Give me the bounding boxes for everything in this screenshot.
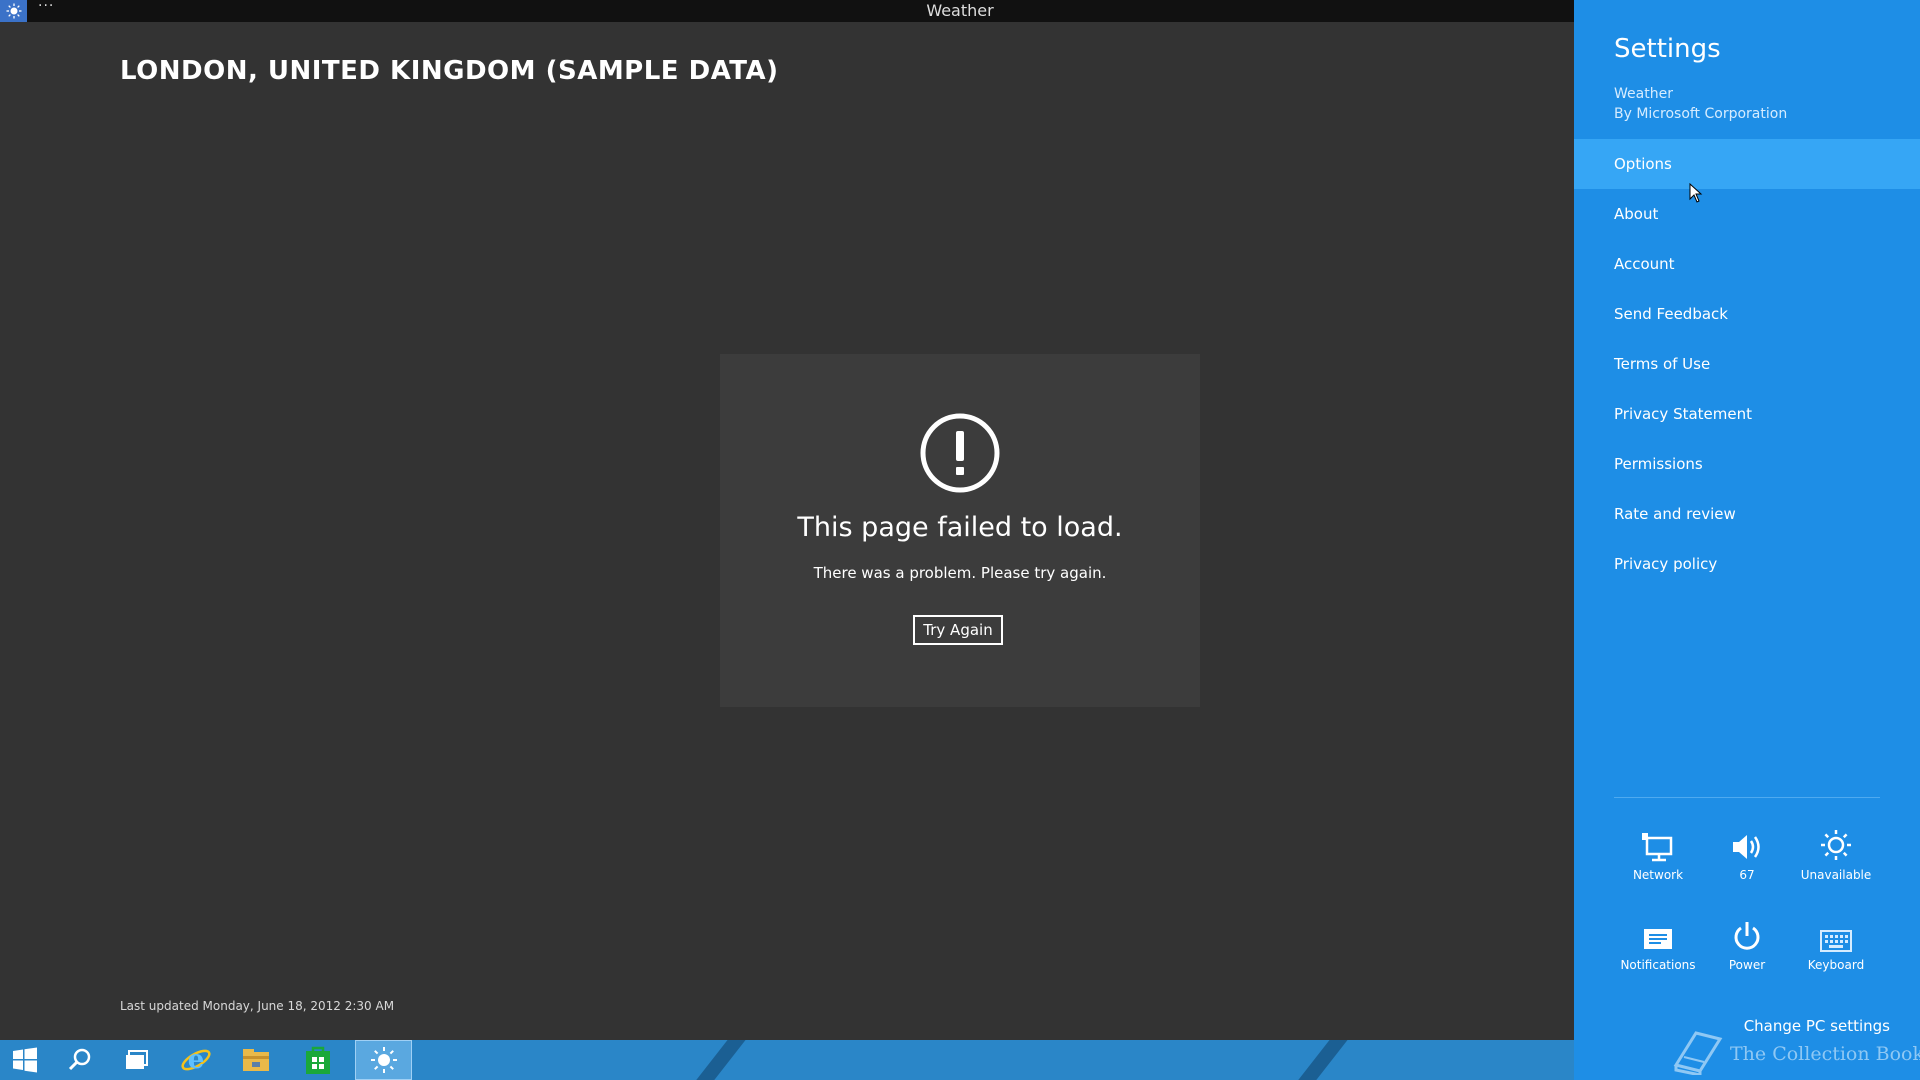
menu-item-privacy-policy[interactable]: Privacy policy [1574, 539, 1920, 589]
menu-item-permissions[interactable]: Permissions [1574, 439, 1920, 489]
search-icon [68, 1048, 91, 1071]
internet-explorer-icon: e [181, 1045, 211, 1075]
menu-item-privacy-statement[interactable]: Privacy Statement [1574, 389, 1920, 439]
app-name: Weather [1614, 86, 1673, 102]
error-title: This page failed to load. [797, 512, 1123, 543]
try-again-button[interactable]: Try Again [913, 615, 1003, 645]
page-title: LONDON, UNITED KINGDOM (SAMPLE DATA) [120, 56, 779, 86]
keyboard-label: Keyboard [1807, 958, 1865, 972]
svg-text:e: e [188, 1045, 205, 1075]
brightness-setting[interactable]: Unavailable [1792, 822, 1880, 886]
divider [1614, 797, 1880, 798]
menu-item-about[interactable]: About [1574, 189, 1920, 239]
menu-item-terms-of-use[interactable]: Terms of Use [1574, 339, 1920, 389]
exclamation-circle-icon [920, 413, 1000, 493]
weather-taskbar-button[interactable] [355, 1040, 412, 1080]
menu-item-account[interactable]: Account [1574, 239, 1920, 289]
windows-start-icon [13, 1047, 37, 1073]
taskbar-decoration [1282, 1040, 1356, 1080]
notifications-setting[interactable]: Notifications [1614, 912, 1702, 976]
brightness-icon [1821, 830, 1851, 860]
start-button[interactable] [0, 1040, 50, 1080]
power-setting[interactable]: Power [1703, 912, 1791, 976]
power-icon [1734, 922, 1760, 950]
volume-setting[interactable]: 67 [1703, 822, 1791, 886]
volume-label: 67 [1739, 868, 1755, 882]
app-publisher: By Microsoft Corporation [1614, 106, 1788, 122]
task-view-icon [126, 1050, 148, 1069]
network-setting[interactable]: Network [1614, 822, 1702, 886]
internet-explorer-button[interactable]: e [171, 1040, 221, 1080]
settings-charm: Settings Weather By Microsoft Corporatio… [1574, 0, 1920, 1080]
watermark: The Collection Book [1670, 1025, 1920, 1075]
taskbar-decoration [680, 1040, 754, 1080]
store-icon [306, 1046, 330, 1074]
store-button[interactable] [293, 1040, 343, 1080]
mouse-cursor-icon [1689, 183, 1703, 203]
task-view-button[interactable] [112, 1040, 162, 1080]
notifications-label: Notifications [1620, 958, 1696, 972]
error-card: This page failed to load. There was a pr… [720, 354, 1200, 707]
title-bar: ··· Weather [0, 0, 1574, 22]
network-label: Network [1632, 868, 1684, 882]
book-icon [1673, 1031, 1723, 1075]
file-explorer-button[interactable] [231, 1040, 281, 1080]
menu-item-options[interactable]: Options [1574, 139, 1920, 189]
last-updated-text: Last updated Monday, June 18, 2012 2:30 … [120, 999, 395, 1013]
taskbar-search-button[interactable] [55, 1040, 105, 1080]
menu-item-rate-and-review[interactable]: Rate and review [1574, 489, 1920, 539]
network-icon [1642, 833, 1673, 862]
keyboard-icon [1820, 930, 1852, 952]
keyboard-setting[interactable]: Keyboard [1792, 912, 1880, 976]
file-explorer-icon [243, 1049, 269, 1071]
volume-icon [1733, 835, 1760, 859]
taskbar: e [0, 1040, 1574, 1080]
error-message: There was a problem. Please try again. [813, 564, 1107, 582]
watermark-text: The Collection Book [1730, 1043, 1920, 1065]
power-label: Power [1728, 958, 1766, 972]
notifications-icon [1644, 929, 1672, 949]
settings-title: Settings [1614, 34, 1721, 64]
weather-app-icon [370, 1047, 397, 1073]
brightness-label: Unavailable [1800, 868, 1872, 882]
menu-item-send-feedback[interactable]: Send Feedback [1574, 289, 1920, 339]
